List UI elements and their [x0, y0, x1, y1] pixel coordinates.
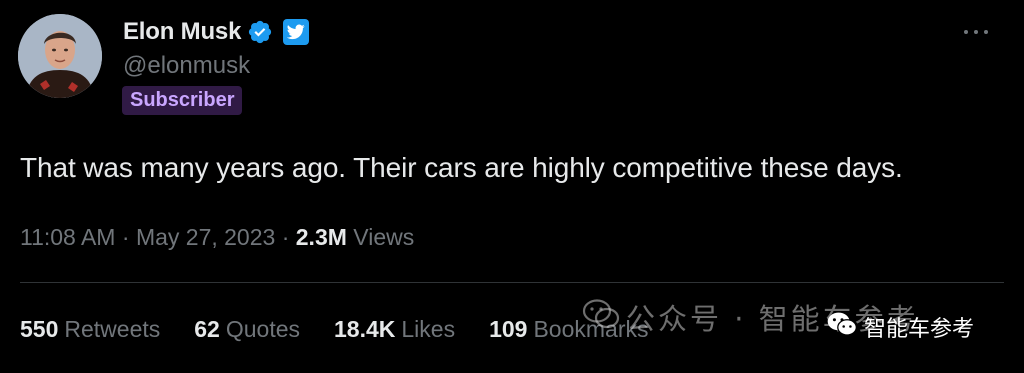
author-handle[interactable]: @elonmusk: [123, 52, 250, 80]
meta-separator: ·: [281, 224, 296, 250]
meta-separator: ·: [121, 224, 136, 250]
wechat-icon: [826, 310, 858, 344]
retweets-stat[interactable]: 550 Retweets: [20, 316, 160, 343]
watermark-small: 智能车参考: [826, 310, 974, 344]
avatar[interactable]: [18, 14, 102, 98]
retweets-count: 550: [20, 316, 59, 342]
wechat-icon: [582, 298, 620, 337]
author-name-row: Elon Musk: [123, 14, 310, 50]
more-dot: [974, 30, 978, 34]
avatar-image: [18, 14, 102, 98]
more-dot: [964, 30, 968, 34]
tweet-time[interactable]: 11:08 AM: [20, 224, 115, 250]
display-name[interactable]: Elon Musk: [123, 18, 241, 46]
views-label: Views: [353, 224, 415, 250]
quotes-count: 62: [194, 316, 220, 342]
quotes-label: Quotes: [225, 316, 300, 342]
tweet-date[interactable]: May 27, 2023: [136, 224, 275, 250]
likes-stat[interactable]: 18.4K Likes: [334, 316, 455, 343]
quotes-stat[interactable]: 62 Quotes: [194, 316, 300, 343]
views-count: 2.3M: [295, 224, 347, 250]
retweets-label: Retweets: [64, 316, 161, 342]
bookmarks-count: 109: [489, 316, 528, 342]
verified-check-icon: [247, 19, 273, 45]
tweet-meta: 11:08 AM · May 27, 2023 · 2.3M Views: [20, 224, 414, 251]
divider: [20, 282, 1004, 283]
tweet-text: That was many years ago. Their cars are …: [20, 152, 903, 183]
more-dot: [984, 30, 988, 34]
likes-count: 18.4K: [334, 316, 396, 342]
likes-label: Likes: [401, 316, 456, 342]
subscriber-badge: Subscriber: [122, 86, 243, 115]
twitter-bird-icon: [283, 19, 310, 45]
watermark-small-text: 智能车参考: [864, 317, 975, 342]
more-options-icon[interactable]: [964, 26, 988, 38]
